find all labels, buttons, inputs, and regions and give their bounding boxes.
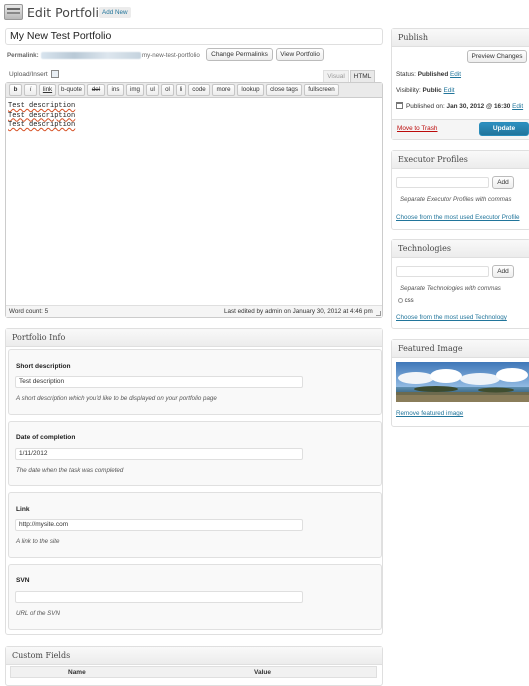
short-description-help: A short description which you'd like to … <box>16 395 217 402</box>
editor-textarea[interactable]: Test description Test description Test d… <box>8 102 380 302</box>
technologies-title[interactable]: Technologies <box>392 240 529 258</box>
preview-changes-button[interactable]: Preview Changes <box>467 50 527 63</box>
status-value: Published <box>417 71 449 78</box>
date-of-completion-input[interactable]: 1/11/2012 <box>15 448 303 460</box>
content-line: Test description <box>8 121 76 129</box>
link-input[interactable]: http://mysite.com <box>15 519 303 531</box>
featured-image-title[interactable]: Featured Image <box>392 340 529 358</box>
published-on-label: Published on: <box>406 103 445 110</box>
short-description-label: Short description <box>16 363 71 370</box>
quicktag-ol[interactable]: ol <box>161 84 174 96</box>
quicktag-lookup[interactable]: lookup <box>237 84 264 96</box>
quicktag-ins[interactable]: ins <box>107 84 124 96</box>
technology-tag-label: css <box>404 298 414 305</box>
published-on-edit-link[interactable]: Edit <box>512 103 523 110</box>
quicktag-link[interactable]: link <box>39 84 56 96</box>
published-on-row: Published on: Jan 30, 2012 @ 16:30 Edit <box>406 103 523 110</box>
short-description-input[interactable]: Test description <box>15 376 303 388</box>
svn-input[interactable] <box>15 591 303 603</box>
published-on-value: Jan 30, 2012 @ 16:30 <box>446 103 511 110</box>
quicktag-close-tags[interactable]: close tags <box>266 84 302 96</box>
executor-profiles-input[interactable] <box>396 177 489 188</box>
technologies-add-button[interactable]: Add <box>492 265 514 278</box>
technology-tag: css <box>398 298 414 304</box>
quicktag-del[interactable]: del <box>87 84 105 96</box>
visibility-row: Visibility: Public Edit <box>396 87 455 94</box>
last-edited: Last edited by admin on January 30, 2012… <box>224 308 373 315</box>
permalink-url-blurred <box>41 52 141 59</box>
content-line: Test description <box>8 102 76 110</box>
remove-featured-image-link[interactable]: Remove featured image <box>396 410 463 417</box>
quicktag-bold[interactable]: b <box>9 84 22 96</box>
executor-profiles-hint: Separate Executor Profiles with commas <box>400 196 512 203</box>
visibility-label: Visibility: <box>396 87 421 94</box>
link-help: A link to the site <box>16 538 60 545</box>
post-title-input[interactable]: My New Test Portfolio <box>5 28 383 45</box>
portfolio-icon <box>4 4 23 20</box>
calendar-icon <box>396 102 403 109</box>
upload-insert-label: Upload/Insert <box>9 71 48 78</box>
publish-title[interactable]: Publish <box>392 29 529 47</box>
content-line: Test description <box>8 111 76 120</box>
featured-image-thumbnail[interactable] <box>396 362 529 402</box>
remove-tag-icon[interactable] <box>398 298 403 303</box>
permalink-label: Permalink: <box>7 52 39 59</box>
visibility-edit-link[interactable]: Edit <box>444 87 455 94</box>
custom-fields-col-name: Name <box>68 669 86 676</box>
word-count: Word count: 5 <box>9 308 49 315</box>
quicktag-blockquote[interactable]: b-quote <box>58 84 85 96</box>
quicktag-more[interactable]: more <box>212 84 235 96</box>
change-permalinks-button[interactable]: Change Permalinks <box>206 48 273 61</box>
status-edit-link[interactable]: Edit <box>450 71 461 78</box>
executor-profiles-title[interactable]: Executor Profiles <box>392 151 529 169</box>
executor-profiles-choose-link[interactable]: Choose from the most used Executor Profi… <box>396 214 520 221</box>
portfolio-info-title[interactable]: Portfolio Info <box>6 329 382 347</box>
media-upload-icon[interactable] <box>51 70 59 78</box>
quicktag-img[interactable]: img <box>126 84 144 96</box>
resize-handle-icon[interactable] <box>376 311 381 316</box>
quicktag-ul[interactable]: ul <box>146 84 159 96</box>
visibility-value: Public <box>422 87 442 94</box>
custom-fields-col-value: Value <box>254 669 271 676</box>
page-title: Edit Portfolio <box>27 5 107 20</box>
technologies-hint: Separate Technologies with commas <box>400 285 501 292</box>
move-to-trash-link[interactable]: Move to Trash <box>397 125 438 132</box>
quicktag-fullscreen[interactable]: fullscreen <box>304 84 339 96</box>
technologies-choose-link[interactable]: Choose from the most used Technology <box>396 314 507 321</box>
date-of-completion-help: The date when the task was completed <box>16 467 124 474</box>
technologies-input[interactable] <box>396 266 489 277</box>
quicktag-italic[interactable]: i <box>24 84 37 96</box>
permalink-slug[interactable]: my-new-test-portfolio <box>142 52 200 59</box>
svn-label: SVN <box>16 577 30 584</box>
link-label: Link <box>16 506 30 513</box>
svn-help: URL of the SVN <box>16 610 60 617</box>
add-new-button[interactable]: Add New <box>99 7 131 18</box>
post-title-text: My New Test Portfolio <box>10 30 112 42</box>
update-button[interactable]: Update <box>479 122 529 136</box>
view-portfolio-button[interactable]: View Portfolio <box>276 48 324 61</box>
custom-fields-table-header <box>10 666 377 678</box>
status-label: Status: <box>396 71 416 78</box>
quicktag-li[interactable]: li <box>176 84 186 96</box>
quicktag-code[interactable]: code <box>188 84 210 96</box>
date-of-completion-label: Date of completion <box>16 434 76 441</box>
custom-fields-title[interactable]: Custom Fields <box>6 647 382 665</box>
executor-profiles-add-button[interactable]: Add <box>492 176 514 189</box>
status-row: Status: Published Edit <box>396 71 461 78</box>
